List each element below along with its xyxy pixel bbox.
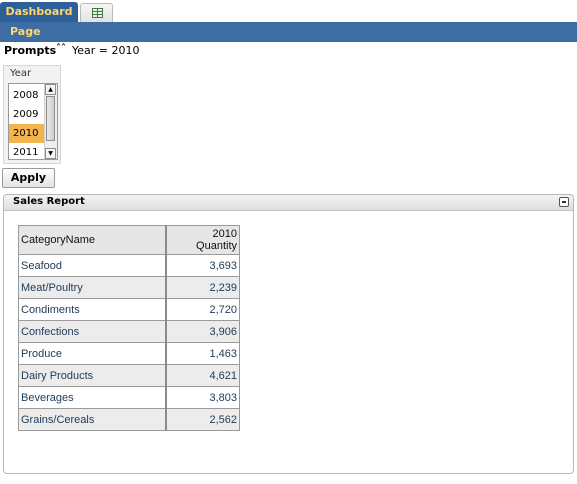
double-chevron-up-icon[interactable]: ˄˄ — [56, 43, 66, 54]
sales-report-table: CategoryName 2010 Quantity Seafood 3,693… — [18, 225, 240, 431]
category-cell: Confections — [18, 320, 167, 343]
table-row: Beverages 3,803 — [18, 386, 240, 409]
year-option[interactable]: 2008 — [9, 86, 45, 105]
page-label: Page — [10, 25, 41, 38]
page-bar: Page — [0, 22, 577, 42]
year-scrollbar[interactable]: ▲ ▼ — [44, 84, 57, 159]
quantity-cell: 3,906 — [165, 320, 240, 343]
collapse-icon[interactable] — [559, 197, 569, 207]
category-cell: Dairy Products — [18, 364, 167, 387]
quantity-cell: 4,621 — [165, 364, 240, 387]
category-cell: Beverages — [18, 386, 167, 409]
table-row: Confections 3,906 — [18, 320, 240, 343]
panel-header: Sales Report — [4, 195, 573, 211]
year-prompt: Year 2008 2009 2010 2011 ▲ ▼ — [3, 65, 61, 164]
panel-title: Sales Report — [13, 196, 85, 207]
tab-dashboard[interactable]: Dashboard — [0, 2, 78, 22]
quantity-cell: 3,803 — [165, 386, 240, 409]
apply-button[interactable]: Apply — [2, 168, 55, 188]
table-header-row: CategoryName 2010 Quantity — [18, 225, 240, 255]
table-row: Produce 1,463 — [18, 342, 240, 365]
table-row: Grains/Cereals 2,562 — [18, 408, 240, 431]
category-cell: Condiments — [18, 298, 167, 321]
year-option-selected[interactable]: 2010 — [9, 124, 45, 143]
quantity-cell: 3,693 — [165, 254, 240, 277]
year-listbox[interactable]: 2008 2009 2010 2011 ▲ ▼ — [8, 83, 58, 160]
quantity-cell: 2,720 — [165, 298, 240, 321]
year-option[interactable]: 2009 — [9, 105, 45, 124]
table-row: Seafood 3,693 — [18, 254, 240, 277]
category-cell: Meat/Poultry — [18, 276, 167, 299]
scroll-down-icon[interactable]: ▼ — [45, 148, 56, 159]
year-label: Year — [10, 68, 32, 79]
column-header-quantity[interactable]: 2010 Quantity — [165, 225, 240, 255]
prompts-label: Prompts — [4, 44, 57, 57]
table-icon — [92, 8, 103, 18]
table-row: Condiments 2,720 — [18, 298, 240, 321]
category-cell: Produce — [18, 342, 167, 365]
column-header-category[interactable]: CategoryName — [18, 225, 167, 255]
quantity-cell: 2,562 — [165, 408, 240, 431]
category-cell: Grains/Cereals — [18, 408, 167, 431]
prompt-summary: Year = 2010 — [72, 44, 140, 57]
year-option[interactable]: 2011 — [9, 143, 45, 159]
scroll-up-icon[interactable]: ▲ — [45, 84, 56, 95]
table-row: Meat/Poultry 2,239 — [18, 276, 240, 299]
quantity-cell: 1,463 — [165, 342, 240, 365]
prompts-header: Prompts ˄˄ Year = 2010 — [4, 43, 140, 58]
scroll-thumb[interactable] — [46, 96, 55, 141]
quantity-cell: 2,239 — [165, 276, 240, 299]
category-cell: Seafood — [18, 254, 167, 277]
tab-table-view[interactable] — [80, 3, 113, 22]
tab-bar: Dashboard — [0, 0, 577, 22]
table-row: Dairy Products 4,621 — [18, 364, 240, 387]
